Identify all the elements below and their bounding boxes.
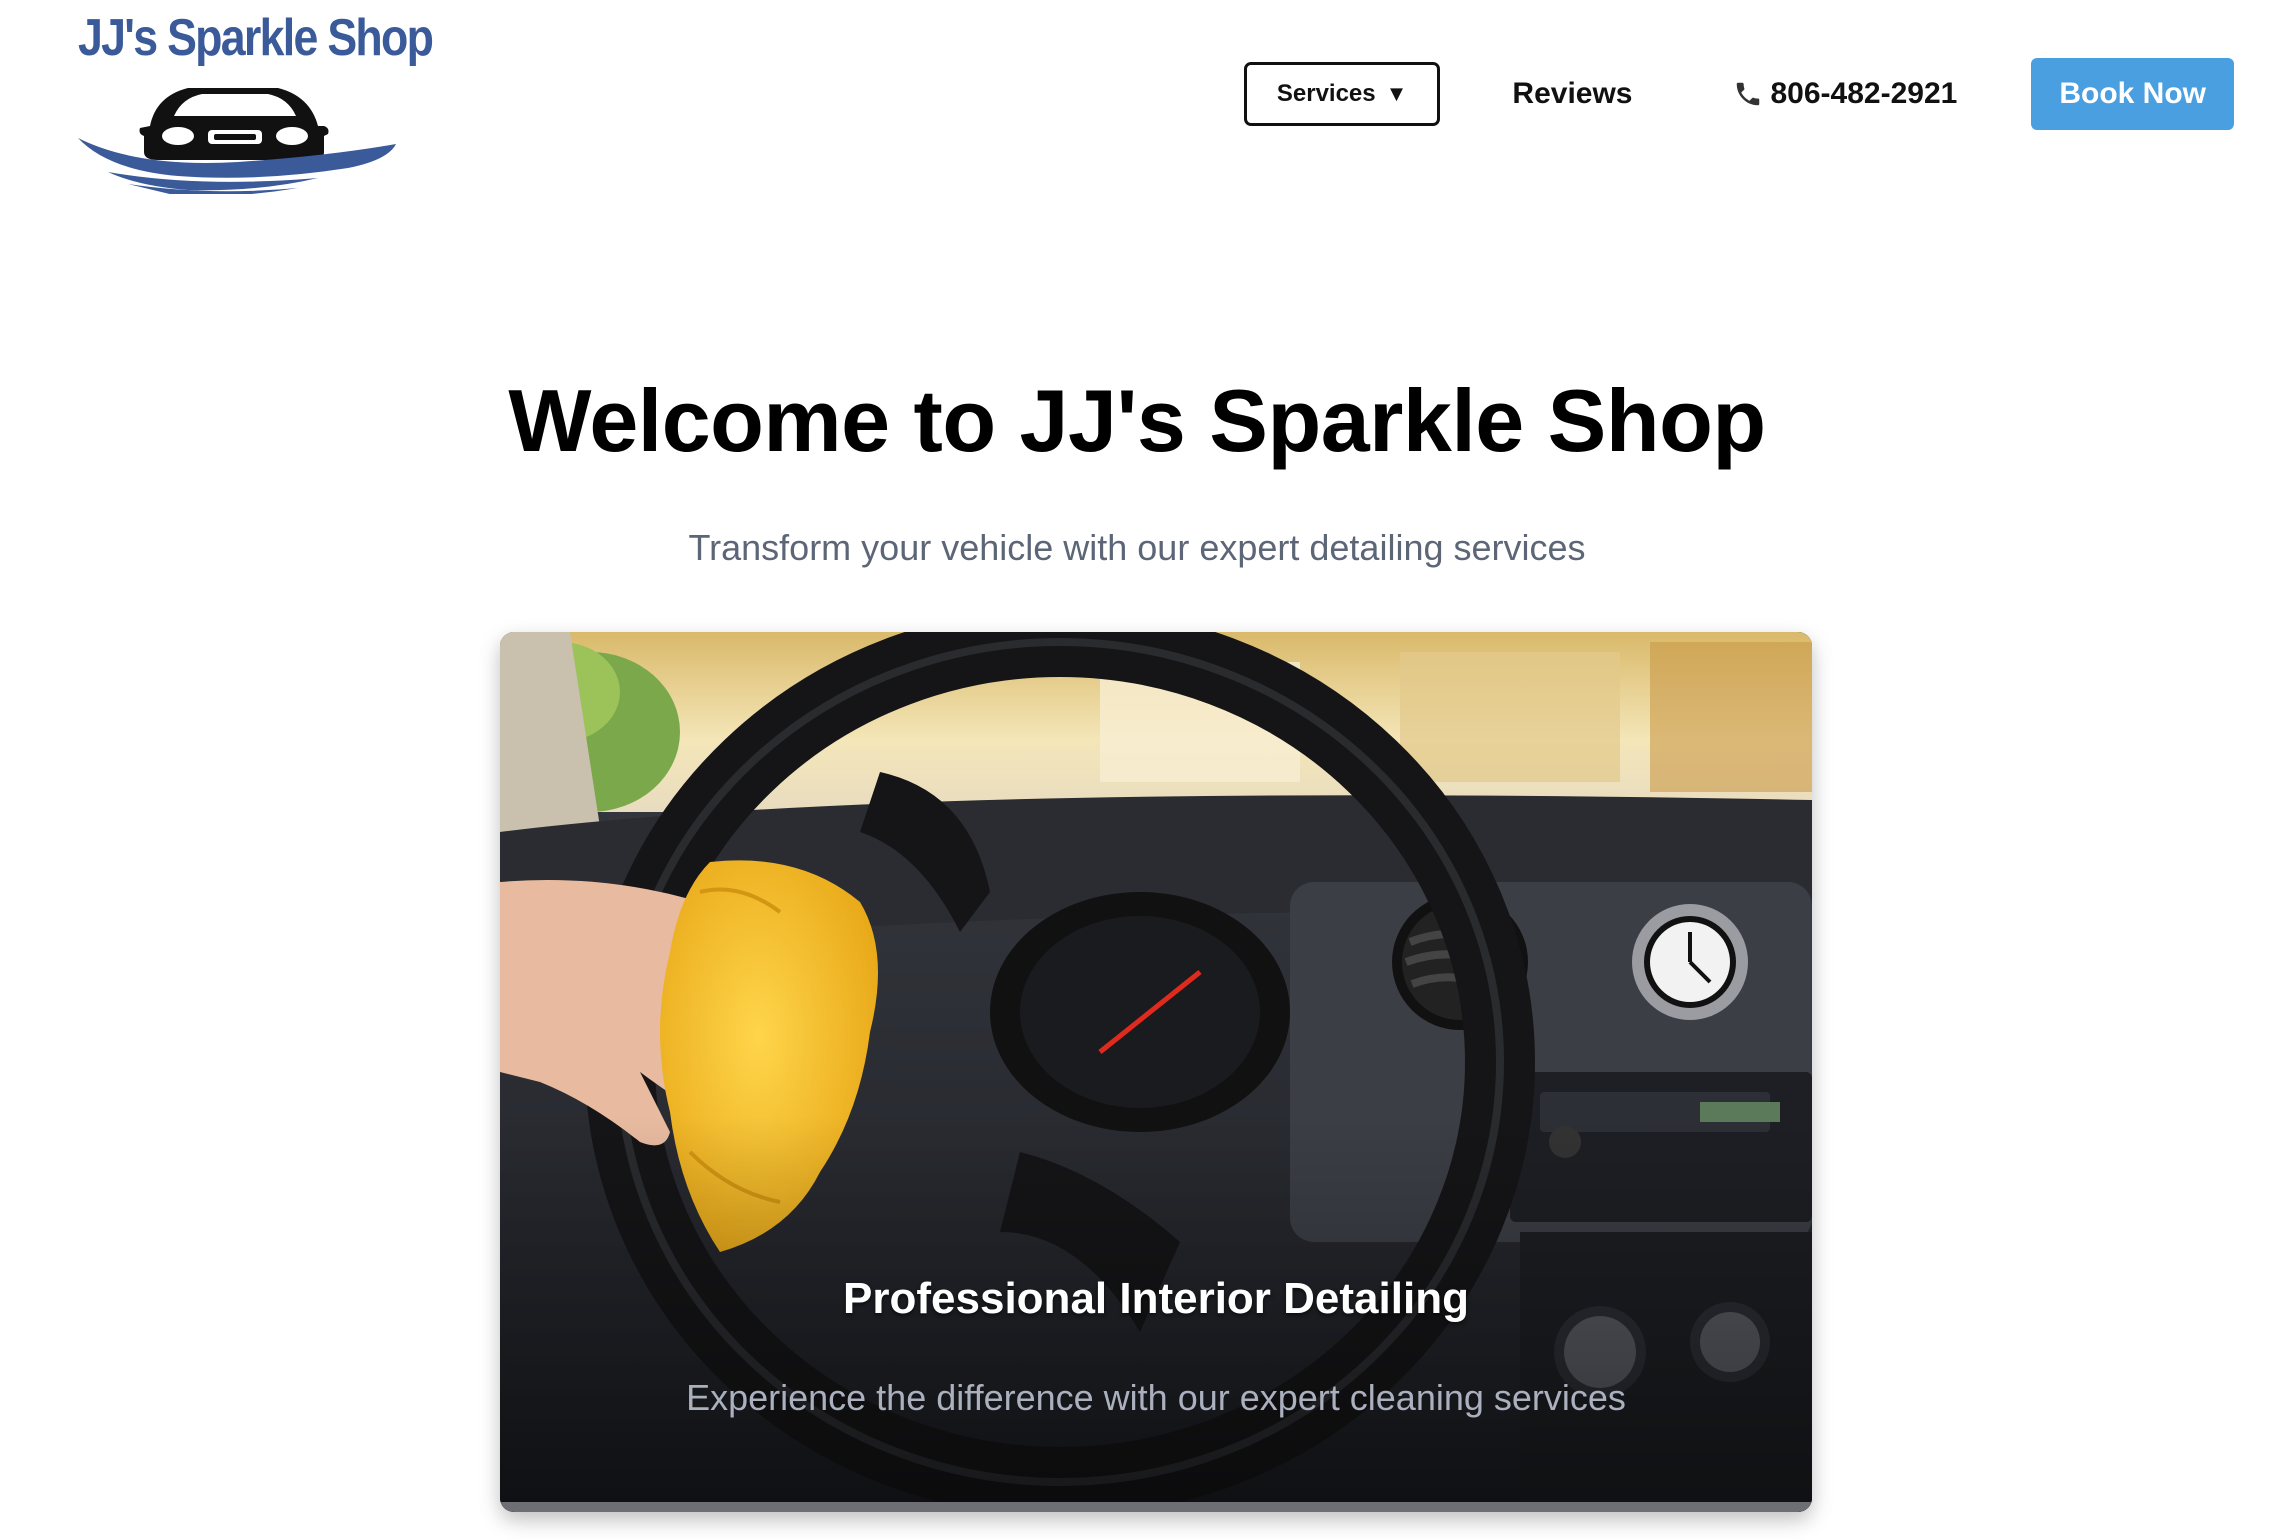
logo-wordmark: JJ's Sparkle Shop	[78, 9, 434, 67]
book-now-button[interactable]: Book Now	[2031, 58, 2234, 130]
nav-link-reviews[interactable]: Reviews	[1512, 77, 1632, 111]
site-logo[interactable]: JJ's Sparkle Shop	[78, 8, 434, 194]
phone-link[interactable]: 806-482-2921	[1733, 77, 1958, 111]
main-nav: Services ▼ Reviews 806-482-2921 Book Now	[1243, 58, 2234, 130]
phone-icon	[1736, 82, 1759, 106]
slide-text: Experience the difference with our exper…	[686, 1377, 1626, 1418]
slide-title: Professional Interior Detailing	[843, 1274, 1469, 1323]
page: JJ's Sparkle Shop Services ▼ Reviews 806…	[0, 0, 2274, 1540]
hero-title: Welcome to JJ's Sparkle Shop	[508, 371, 1766, 470]
services-label: Services	[1276, 80, 1376, 107]
car-logo-icon	[78, 88, 396, 194]
services-dropdown-button[interactable]: Services ▼	[1243, 62, 1441, 126]
hero-subtitle: Transform your vehicle with our expert d…	[688, 527, 1586, 568]
hero-slide: Professional Interior Detailing Experien…	[500, 632, 1812, 1512]
slide-bottom-bar	[500, 1502, 1812, 1512]
caret-down-icon: ▼	[1385, 81, 1408, 106]
phone-number: 806-482-2921	[1770, 77, 1958, 110]
